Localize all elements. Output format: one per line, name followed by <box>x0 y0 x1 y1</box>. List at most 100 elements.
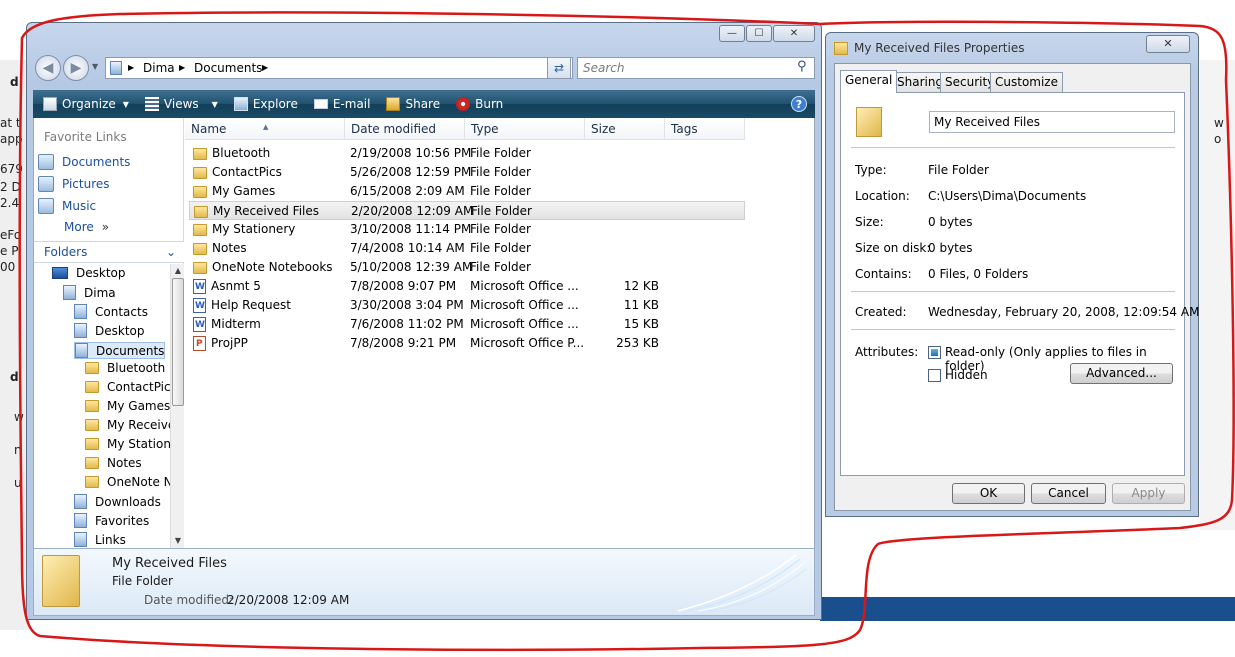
file-row[interactable]: My Received Files 2/20/2008 12:09 AM File … <box>189 201 745 220</box>
file-row[interactable]: Help Request 3/30/2008 3:04 PM Microsoft O… <box>189 296 745 316</box>
ok-button[interactable]: OK <box>952 483 1025 504</box>
tree-item[interactable]: Desktop <box>52 266 126 280</box>
favorite-links-title: Favorite Links <box>44 130 127 144</box>
email-button[interactable]: E-mail <box>313 97 370 111</box>
tree-item[interactable]: Documents <box>74 342 166 359</box>
hidden-checkbox[interactable] <box>928 369 941 382</box>
file-row[interactable]: Asnmt 5 7/8/2008 9:07 PM Microsoft Office … <box>189 277 745 297</box>
folder-icon <box>193 261 207 274</box>
scrollbar-thumb[interactable] <box>172 278 184 406</box>
background-text: eFo <box>0 228 22 242</box>
file-name-cell: Notes <box>193 239 247 258</box>
command-toolbar: Organize ▼ Views ▼ Explore E-mail Share … <box>33 90 815 118</box>
pictures-icon <box>38 176 54 192</box>
column-header-name[interactable]: Name ▲ <box>185 118 345 140</box>
file-row[interactable]: Notes 7/4/2008 10:14 AM File Folder <box>189 239 745 258</box>
file-row[interactable]: My Games 6/15/2008 2:09 AM File Folder <box>189 182 745 201</box>
file-row[interactable]: ContactPics 5/26/2008 12:59 PM File Folder <box>189 163 745 182</box>
breadcrumb-separator-icon[interactable]: ▶ <box>262 58 268 78</box>
file-row[interactable]: ProjPP 7/8/2008 9:21 PM Microsoft Office P… <box>189 334 745 354</box>
tree-item[interactable]: Notes <box>85 456 142 470</box>
file-name-cell: ContactPics <box>193 163 282 182</box>
search-input[interactable]: Search <box>577 57 815 79</box>
file-name: ContactPics <box>212 165 282 179</box>
scroll-down-icon[interactable]: ▼ <box>171 534 184 548</box>
chevron-down-icon: ▼ <box>211 99 218 109</box>
views-button[interactable]: Views ▼ <box>144 97 218 111</box>
breadcrumb-dima[interactable]: Dima <box>143 58 175 78</box>
file-name: My Received Files <box>213 204 320 218</box>
cancel-button[interactable]: Cancel <box>1031 483 1106 504</box>
forward-button[interactable]: ▶ <box>63 55 89 81</box>
organize-button[interactable]: Organize ▼ <box>43 97 129 111</box>
dialog-content: General Sharing Security Customize My Re… <box>834 63 1199 511</box>
tree-item[interactable]: Dima <box>63 285 116 300</box>
file-type: Microsoft Office ... <box>470 317 579 331</box>
column-header-date[interactable]: Date modified <box>345 118 465 140</box>
column-header-type[interactable]: Type <box>465 118 585 140</box>
refresh-button[interactable]: ⇄ <box>547 57 571 79</box>
apply-button[interactable]: Apply <box>1112 483 1185 504</box>
tab-general[interactable]: General <box>840 70 898 93</box>
close-button[interactable]: ✕ <box>773 25 815 42</box>
favorite-link-label: Pictures <box>62 177 110 191</box>
file-name-cell: Bluetooth <box>193 144 270 163</box>
burn-button[interactable]: Burn <box>456 97 503 111</box>
recent-pages-dropdown-icon[interactable]: ▼ <box>92 62 98 71</box>
file-name-cell: My Games <box>193 182 275 201</box>
breadcrumb-separator-icon[interactable]: ▶ <box>179 58 185 78</box>
navigation-pane: Favorite Links Documents Pictures Music … <box>34 118 184 548</box>
advanced-button[interactable]: Advanced... <box>1070 363 1173 384</box>
scroll-up-icon[interactable]: ▲ <box>171 264 184 278</box>
address-bar[interactable]: ▶ Dima ▶ Documents ▶ ▼ <box>105 57 573 79</box>
tree-item[interactable]: Favorites <box>74 513 149 528</box>
tree-item[interactable]: ContactPics <box>85 380 177 394</box>
search-icon[interactable]: ⚲ <box>797 59 807 74</box>
more-links-button[interactable]: More » <box>64 220 109 234</box>
file-name: OneNote Notebooks <box>212 260 333 274</box>
file-row[interactable]: Bluetooth 2/19/2008 10:56 PM File Folder <box>189 144 745 163</box>
file-date: 5/26/2008 12:59 PM <box>350 165 472 179</box>
tree-item[interactable]: Bluetooth <box>85 361 165 375</box>
tab-customize[interactable]: Customize <box>990 72 1063 92</box>
tree-item[interactable]: My Games <box>85 399 170 413</box>
file-row[interactable]: OneNote Notebooks 5/10/2008 12:39 AM File … <box>189 258 745 277</box>
breadcrumb-documents[interactable]: Documents <box>194 58 262 78</box>
column-header-tags[interactable]: Tags <box>665 118 745 140</box>
folders-toggle[interactable]: Folders ⌄ <box>34 241 184 263</box>
file-name-cell: ProjPP <box>193 334 248 354</box>
file-row[interactable]: Midterm 7/6/2008 11:02 PM Microsoft Office… <box>189 315 745 335</box>
tree-item[interactable]: My Statione <box>85 437 178 451</box>
close-button[interactable]: ✕ <box>1146 35 1190 53</box>
share-label: Share <box>405 97 441 111</box>
tree-item-label: ContactPics <box>107 380 177 394</box>
tree-item[interactable]: My Receive <box>85 418 175 432</box>
readonly-checkbox[interactable] <box>928 346 941 359</box>
tree-item[interactable]: Links <box>74 532 126 547</box>
help-icon[interactable]: ? <box>791 96 807 112</box>
more-label: More <box>64 220 94 234</box>
back-button[interactable]: ◀ <box>35 55 61 81</box>
maximize-button[interactable]: ☐ <box>746 25 772 42</box>
tree-item[interactable]: Contacts <box>74 304 148 319</box>
tree-item[interactable]: OneNote N <box>85 475 173 489</box>
folder-name-field[interactable]: My Received Files <box>929 111 1175 133</box>
tree-item[interactable]: Downloads <box>74 494 161 509</box>
tree-item-label: Desktop <box>95 323 145 338</box>
tree-item[interactable]: Desktop <box>74 323 145 338</box>
favorite-link-music[interactable]: Music <box>38 198 96 214</box>
background-text: app <box>0 132 23 146</box>
explore-button[interactable]: Explore <box>233 97 298 111</box>
favorite-link-pictures[interactable]: Pictures <box>38 176 110 192</box>
tree-item-label: Bluetooth <box>107 361 166 375</box>
share-button[interactable]: Share <box>386 97 440 111</box>
file-name: My Stationery <box>212 222 296 236</box>
hidden-label[interactable]: Hidden <box>945 368 988 382</box>
tree-scrollbar[interactable]: ▲ ▼ <box>170 264 184 548</box>
column-header-size[interactable]: Size <box>585 118 665 140</box>
tree-item-label: Notes <box>107 456 142 470</box>
file-row[interactable]: My Stationery 3/10/2008 11:14 PM File Fold… <box>189 220 745 239</box>
breadcrumb-separator-icon[interactable]: ▶ <box>128 58 134 78</box>
favorite-link-documents[interactable]: Documents <box>38 154 130 170</box>
minimize-button[interactable]: — <box>719 25 745 42</box>
